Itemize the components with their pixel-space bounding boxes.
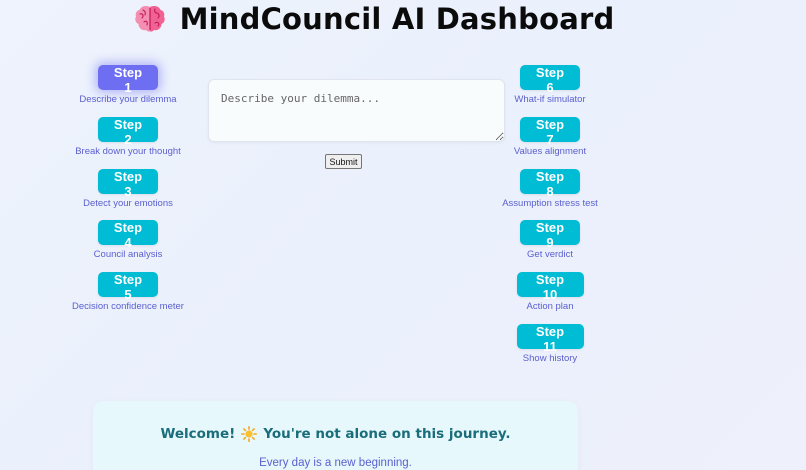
step-9: Step 9 Get verdict [500,220,600,260]
page-title: MindCouncil AI Dashboard [179,2,615,36]
step-2: Step 2 Break down your thought [68,117,188,157]
step-4-caption: Council analysis [93,249,163,260]
step-10: Step 10 Action plan [500,272,600,312]
welcome-title: Welcome! You're not alone on this journe… [93,426,578,442]
welcome-title-prefix: Welcome! [160,426,236,442]
step-1: Step 1 Describe your dilemma [78,65,178,105]
step-8: Step 8 Assumption stress test [495,169,605,209]
step-5: Step 5 Decision confidence meter [68,272,188,312]
step-6-button[interactable]: Step 6 [520,65,580,95]
header: MindCouncil AI Dashboard [0,0,806,38]
step-9-caption: Get verdict [527,249,573,260]
step-3: Step 3 Detect your emotions [78,169,178,209]
submit-button[interactable]: Submit [325,154,362,169]
welcome-card: Welcome! You're not alone on this journe… [93,401,578,470]
step-9-button[interactable]: Step 9 [520,220,580,250]
step-3-caption: Detect your emotions [83,198,173,209]
step-2-button[interactable]: Step 2 [98,117,158,147]
step-8-button[interactable]: Step 8 [520,169,580,199]
step-4: Step 4 Council analysis [78,220,178,260]
step-2-caption: Break down your thought [75,146,181,157]
welcome-title-suffix: You're not alone on this journey. [263,426,511,442]
step-1-button[interactable]: Step 1 [98,65,158,95]
step-6-caption: What-if simulator [514,94,586,105]
sun-icon [241,426,258,442]
step-11-button[interactable]: Step 11 [516,324,584,354]
step-7-button[interactable]: Step 7 [520,117,580,147]
step-11-caption: Show history [522,353,578,364]
brain-icon [134,6,165,32]
step-1-caption: Describe your dilemma [79,94,177,105]
welcome-subtitle: Every day is a new beginning. [259,457,412,469]
step-7-caption: Values alignment [513,146,587,157]
step-4-button[interactable]: Step 4 [98,220,158,250]
step-10-caption: Action plan [526,301,574,312]
dilemma-input[interactable] [208,79,505,142]
step-10-button[interactable]: Step 10 [516,272,584,302]
step-8-caption: Assumption stress test [502,198,598,209]
step-6: Step 6 What-if simulator [500,65,600,105]
step-7: Step 7 Values alignment [500,117,600,157]
step-5-caption: Decision confidence meter [72,301,184,312]
step-11: Step 11 Show history [500,324,600,364]
step-5-button[interactable]: Step 5 [98,272,158,302]
step-3-button[interactable]: Step 3 [98,169,158,199]
